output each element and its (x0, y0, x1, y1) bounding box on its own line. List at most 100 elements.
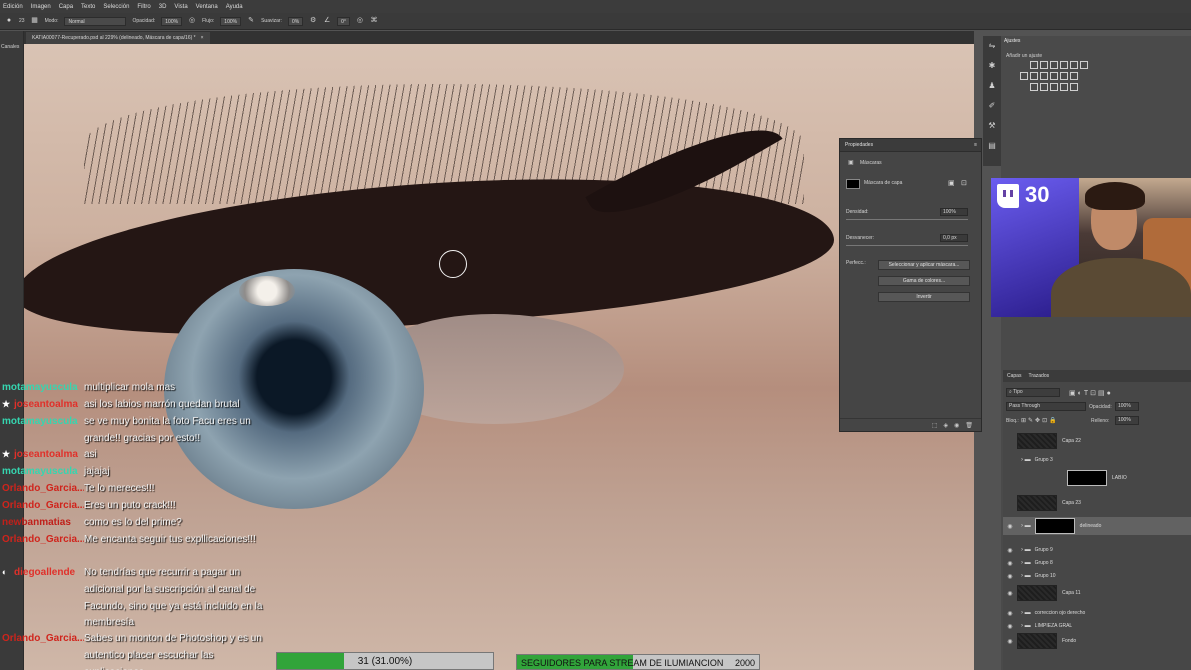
brush-size[interactable]: 23 (19, 18, 25, 24)
select-mask-icon[interactable]: ▣ (948, 179, 955, 187)
menu-item[interactable]: Texto (81, 4, 95, 10)
photo-filter-icon[interactable] (1050, 72, 1058, 80)
hue-icon[interactable] (1020, 72, 1028, 80)
layer-row[interactable]: ◉ Capa 11 (1003, 584, 1191, 602)
menu-item[interactable]: 3D (159, 4, 167, 10)
vector-mask-icon[interactable]: ⊡ (961, 179, 967, 187)
layer-row[interactable]: ◉ › ▬ Grupo 10 (1003, 567, 1191, 585)
folder-icon[interactable]: › ▬ (1021, 610, 1031, 616)
properties-header[interactable]: Propiedades ≡ (840, 139, 981, 152)
color-lookup-icon[interactable] (1070, 72, 1078, 80)
visibility-eye-icon[interactable]: ◉ (1003, 590, 1017, 597)
color-range-button[interactable]: Gama de colores... (878, 276, 970, 286)
folder-icon[interactable]: › ▬ (1021, 457, 1031, 463)
blend-mode-select[interactable]: Pass Through (1006, 402, 1086, 411)
chat-username[interactable]: motamayuscula (2, 464, 84, 481)
curves-icon[interactable] (1050, 61, 1058, 69)
visibility-eye-icon[interactable]: ◉ (1003, 610, 1017, 617)
gradient-map-icon[interactable] (1060, 83, 1068, 91)
opacity-field[interactable]: 100% (161, 16, 183, 26)
chat-username[interactable]: ◐ diegoallende (2, 565, 84, 632)
menu-item[interactable]: Capa (59, 4, 73, 10)
eye-icon[interactable]: ◉ (954, 422, 959, 429)
chat-username[interactable]: ★ joseantoalma (2, 397, 84, 414)
layer-filter-select[interactable]: ⌕ Tipo (1006, 388, 1060, 397)
brush-tool-icon[interactable]: ● (5, 17, 13, 25)
invert-icon[interactable] (1030, 83, 1038, 91)
selective-color-icon[interactable] (1070, 83, 1078, 91)
chat-username[interactable]: Orlando_Garcia... (2, 481, 84, 498)
folder-icon[interactable]: › ▬ (1021, 523, 1031, 529)
chat-username[interactable]: newbanmatias (2, 515, 84, 532)
visibility-eye-icon[interactable]: ◉ (1003, 623, 1017, 630)
visibility-eye-icon[interactable]: ◉ (1003, 560, 1017, 567)
menu-item[interactable]: Vista (174, 4, 187, 10)
select-and-mask-button[interactable]: Seleccionar y aplicar máscara... (878, 260, 970, 270)
menu-item[interactable]: Ventana (196, 4, 218, 10)
close-tab-icon[interactable]: × (201, 35, 204, 41)
tab-layers[interactable]: Capas (1007, 373, 1021, 379)
document-tab[interactable]: KATIA00077-Recuperado.psd al 229% (delin… (26, 32, 210, 44)
visibility-eye-icon[interactable]: ◉ (1003, 638, 1017, 645)
chat-username[interactable]: motamayuscula (2, 414, 84, 448)
channel-mixer-icon[interactable] (1060, 72, 1068, 80)
feather-slider[interactable] (846, 245, 968, 246)
density-slider[interactable] (846, 219, 968, 220)
folder-icon[interactable]: › ▬ (1021, 560, 1031, 566)
pressure-size-icon[interactable]: ◎ (356, 17, 364, 25)
balance-icon[interactable] (1030, 72, 1038, 80)
layer-row[interactable]: Capa 23 (1003, 494, 1191, 512)
visibility-eye-icon[interactable]: ◉ (1003, 547, 1017, 554)
chat-username[interactable]: ★ joseantoalma (2, 447, 84, 464)
adjustments-title[interactable]: Ajustes (1004, 38, 1020, 44)
layer-row[interactable]: ◉ Fondo (1003, 632, 1191, 650)
folder-icon[interactable]: › ▬ (1021, 573, 1031, 579)
person-icon[interactable]: ♟ (983, 76, 1001, 96)
menu-item[interactable]: Imagen (31, 4, 51, 10)
chat-username[interactable]: motamayuscula (2, 380, 84, 397)
chat-username[interactable]: Orlando_Garcia... (2, 631, 84, 670)
smooth-field[interactable]: 0% (287, 16, 304, 26)
brightness-icon[interactable] (1030, 61, 1038, 69)
posterize-icon[interactable] (1040, 83, 1048, 91)
angle-field[interactable]: 0° (337, 16, 350, 26)
airbrush-icon[interactable]: ✎ (247, 17, 255, 25)
layer-row[interactable]: Capa 22 (1003, 432, 1191, 450)
menu-item[interactable]: Edición (3, 4, 23, 10)
layer-filter-icons[interactable]: ▣◐T⊡▤● (1069, 389, 1113, 397)
layer-row[interactable]: LABIO (1003, 469, 1191, 487)
visibility-eye-icon[interactable]: ◉ (1003, 523, 1017, 530)
symmetry-icon[interactable]: ⌘ (370, 17, 378, 25)
load-selection-icon[interactable]: ⬚ (932, 422, 938, 429)
bw-icon[interactable] (1040, 72, 1048, 80)
invert-button[interactable]: Invertir (878, 292, 970, 302)
visibility-eye-icon[interactable]: ◉ (1003, 573, 1017, 580)
pressure-opacity-icon[interactable]: ◎ (188, 17, 196, 25)
lock-icons[interactable]: ⊞✎✥⊡🔒 (1021, 417, 1059, 424)
channels-tab[interactable]: Canales (1, 44, 19, 50)
vibrance-icon[interactable] (1070, 61, 1078, 69)
history-icon[interactable]: ⇋ (983, 36, 1001, 56)
exposure-icon[interactable] (1060, 61, 1068, 69)
menu-item[interactable]: Filtro (137, 4, 150, 10)
flow-field[interactable]: 100% (220, 16, 242, 26)
mode-select[interactable]: Normal (64, 16, 127, 26)
properties-icon[interactable]: ▤ (983, 136, 1001, 156)
folder-icon[interactable]: › ▬ (1021, 547, 1031, 553)
brush-settings-icon[interactable]: ✐ (983, 96, 1001, 116)
apply-mask-icon[interactable]: ◈ (944, 422, 949, 429)
threshold-icon[interactable] (1050, 83, 1058, 91)
folder-icon[interactable]: › ▬ (1021, 623, 1031, 629)
chat-username[interactable]: Orlando_Garcia... (2, 498, 84, 515)
tab-paths[interactable]: Trazados (1028, 373, 1049, 379)
layer-opacity-field[interactable]: 100% (1115, 402, 1139, 411)
tools-icon[interactable]: ⚒ (983, 116, 1001, 136)
adjust-icon[interactable]: ✱ (983, 56, 1001, 76)
panel-menu-icon[interactable]: ≡ (974, 142, 977, 148)
gear-icon[interactable]: ⚙ (309, 17, 317, 25)
layer-row[interactable]: › ▬ Grupo 3 (1003, 451, 1191, 469)
brush-panel-icon[interactable]: ▦ (31, 17, 39, 25)
chat-username[interactable]: Orlando_Garcia... (2, 532, 84, 549)
menu-item[interactable]: Ayuda (226, 4, 243, 10)
feather-field[interactable]: 0,0 px (940, 234, 968, 242)
